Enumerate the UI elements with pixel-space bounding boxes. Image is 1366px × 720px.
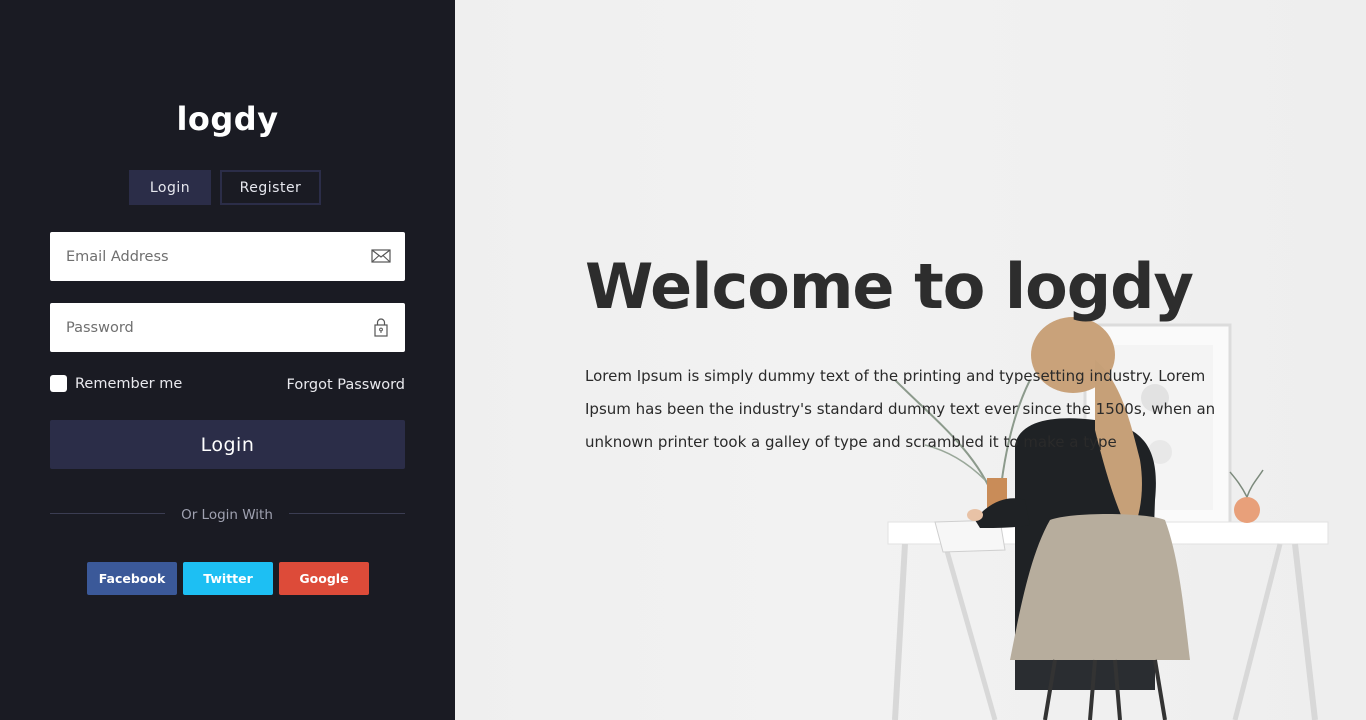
tab-login[interactable]: Login [129, 170, 211, 205]
hero-title: Welcome to logdy [585, 250, 1194, 323]
hero-panel: Welcome to logdy Lorem Ipsum is simply d… [455, 0, 1366, 720]
divider-line-left [50, 513, 165, 514]
login-button[interactable]: Login [50, 420, 405, 469]
forgot-password-link[interactable]: Forgot Password [287, 377, 406, 393]
remember-label: Remember me [75, 375, 183, 392]
twitter-button[interactable]: Twitter [183, 562, 273, 595]
tab-register[interactable]: Register [220, 170, 321, 205]
email-field-container [50, 232, 405, 281]
envelope-icon [371, 249, 391, 263]
email-field[interactable] [50, 232, 350, 281]
remember-checkbox[interactable] [50, 375, 67, 392]
divider-line-right [289, 513, 405, 514]
remember-me: Remember me [50, 375, 182, 392]
password-field-container [50, 303, 405, 352]
hero-description: Lorem Ipsum is simply dummy text of the … [585, 367, 1216, 451]
facebook-button[interactable]: Facebook [87, 562, 177, 595]
password-field[interactable] [50, 303, 350, 352]
logo: logdy [176, 100, 279, 138]
login-panel: logdy Login Register Remember me Forgot … [0, 0, 455, 720]
or-login-with-text: Or Login With [181, 507, 273, 523]
lock-icon [374, 318, 388, 337]
google-button[interactable]: Google [279, 562, 369, 595]
